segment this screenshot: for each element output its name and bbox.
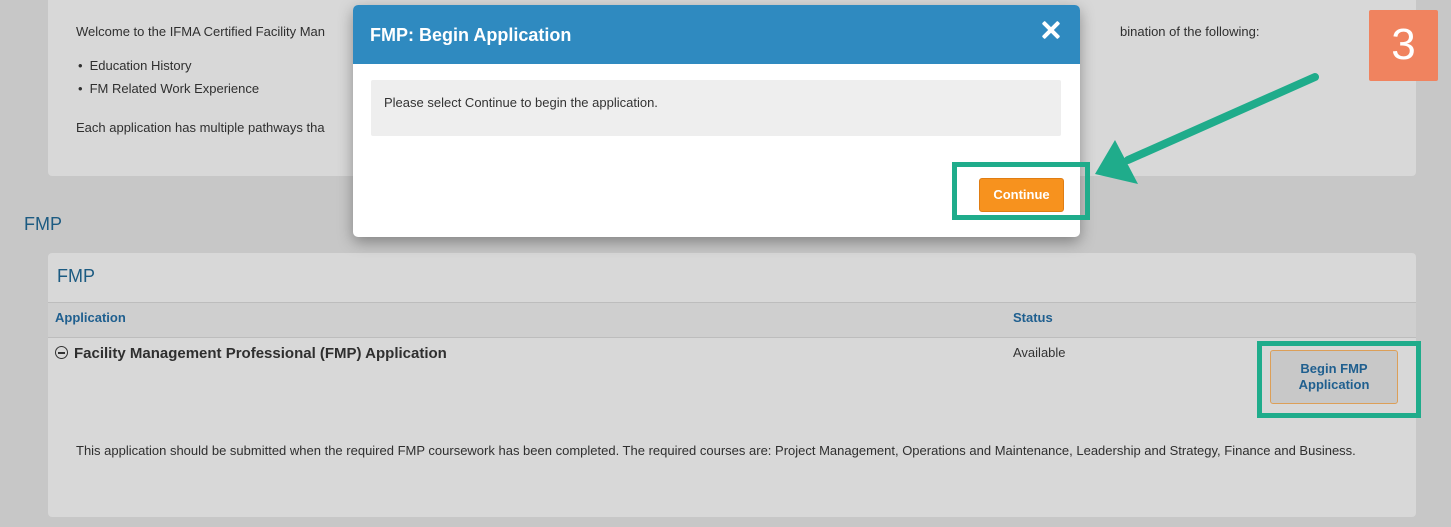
- application-row-title[interactable]: Facility Management Professional (FMP) A…: [55, 345, 447, 362]
- application-description: This application should be submitted whe…: [76, 443, 1356, 458]
- bullet-education-history: Education History: [78, 58, 192, 73]
- modal-message-box: Please select Continue to begin the appl…: [371, 80, 1061, 136]
- section-title-fmp: FMP: [24, 214, 62, 234]
- table-header: [48, 302, 1416, 338]
- application-title-text: Facility Management Professional (FMP) A…: [74, 345, 447, 362]
- fmp-card: [48, 253, 1416, 517]
- continue-highlight-box: [952, 162, 1090, 220]
- begin-application-highlight-box: [1257, 341, 1421, 418]
- fmp-card-title: FMP: [57, 266, 95, 286]
- step-number-badge: 3: [1369, 10, 1438, 81]
- status-value: Available: [1013, 345, 1066, 360]
- close-icon[interactable]: [1040, 19, 1062, 41]
- modal-header: FMP: Begin Application: [353, 5, 1080, 64]
- column-header-application: Application: [55, 310, 126, 325]
- intro-text-line2: Each application has multiple pathways t…: [76, 120, 325, 135]
- modal-title: FMP: Begin Application: [370, 25, 572, 45]
- intro-text-line1-right: bination of the following:: [1120, 24, 1260, 39]
- bullet-fm-work-experience: FM Related Work Experience: [78, 81, 260, 96]
- modal-message: Please select Continue to begin the appl…: [384, 95, 658, 110]
- intro-text-line1: Welcome to the IFMA Certified Facility M…: [76, 24, 326, 39]
- page-background: Welcome to the IFMA Certified Facility M…: [0, 0, 1451, 527]
- column-header-status: Status: [1013, 310, 1053, 325]
- collapse-minus-icon[interactable]: [55, 346, 68, 359]
